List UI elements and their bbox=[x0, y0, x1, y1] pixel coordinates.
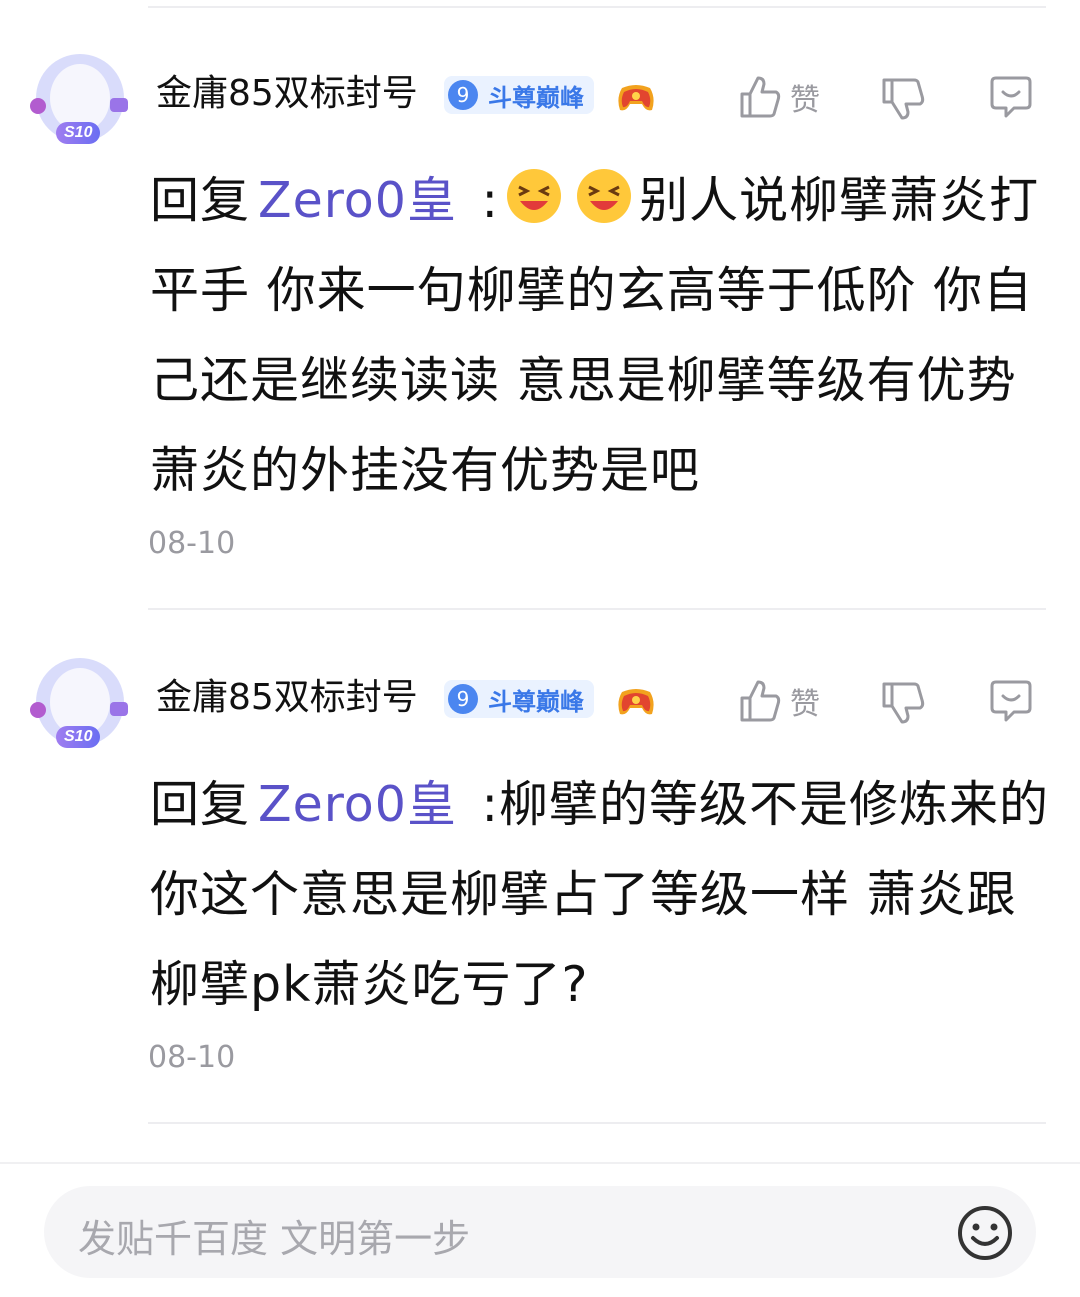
like-label: 赞 bbox=[790, 83, 820, 118]
smiley-icon[interactable] bbox=[956, 1204, 1014, 1262]
like-label: 赞 bbox=[790, 687, 820, 722]
thumbs-down-icon[interactable] bbox=[880, 680, 926, 726]
avatar[interactable]: S10 bbox=[30, 658, 130, 758]
avatar-decoration bbox=[30, 702, 46, 718]
laughing-emoji bbox=[577, 169, 632, 223]
badge-level: 9 bbox=[448, 684, 478, 714]
reply-icon[interactable] bbox=[988, 678, 1034, 724]
avatar-frame-tag: S10 bbox=[56, 726, 101, 748]
comment-divider bbox=[148, 1122, 1046, 1124]
avatar-decoration bbox=[110, 702, 128, 716]
username[interactable]: 金庸85双标封号 bbox=[156, 72, 418, 116]
thumbs-up-icon bbox=[740, 76, 781, 118]
avatar[interactable]: S10 bbox=[30, 54, 130, 154]
thumbs-down-icon[interactable] bbox=[880, 76, 926, 122]
timestamp: 08-10 bbox=[148, 526, 236, 561]
game-controller-icon bbox=[618, 85, 654, 111]
avatar-frame-tag: S10 bbox=[56, 122, 101, 144]
avatar-decoration bbox=[110, 98, 128, 112]
bottom-bar: 发贴千百度 文明第一步 bbox=[0, 1162, 1080, 1297]
top-divider bbox=[148, 6, 1046, 8]
level-badge[interactable]: 9 斗尊巅峰 bbox=[444, 680, 594, 718]
reply-prefix: 回复 bbox=[150, 172, 251, 229]
reply-icon[interactable] bbox=[988, 74, 1034, 120]
badge-title: 斗尊巅峰 bbox=[488, 83, 584, 112]
text-separator: : bbox=[464, 172, 500, 229]
thumbs-up-icon bbox=[740, 680, 781, 722]
reply-input-placeholder: 发贴千百度 文明第一步 bbox=[78, 1217, 471, 1261]
username[interactable]: 金庸85双标封号 bbox=[156, 676, 418, 720]
badge-level: 9 bbox=[448, 80, 478, 110]
like-button[interactable]: 赞 bbox=[738, 74, 820, 120]
comment-text: 回复 Zero0皇 :柳擘的等级不是修炼来的 你这个意思是柳擘占了等级一样 萧炎跟… bbox=[150, 760, 1050, 1030]
mention-link[interactable]: Zero0皇 bbox=[258, 172, 457, 229]
timestamp: 08-10 bbox=[148, 1040, 236, 1075]
laughing-emoji bbox=[507, 169, 562, 223]
comment-text: 回复 Zero0皇 : 别人说柳擘萧炎打平手 你来一句柳擘的玄高等于低阶 你自己还是… bbox=[150, 156, 1050, 516]
level-badge[interactable]: 9 斗尊巅峰 bbox=[444, 76, 594, 114]
badge-title: 斗尊巅峰 bbox=[488, 687, 584, 716]
comment-divider bbox=[148, 608, 1046, 610]
mention-link[interactable]: Zero0皇 bbox=[258, 776, 457, 833]
reply-input[interactable]: 发贴千百度 文明第一步 bbox=[44, 1186, 1036, 1278]
like-button[interactable]: 赞 bbox=[738, 678, 820, 724]
avatar-decoration bbox=[30, 98, 46, 114]
game-controller-icon bbox=[618, 689, 654, 715]
reply-prefix: 回复 bbox=[150, 776, 251, 833]
